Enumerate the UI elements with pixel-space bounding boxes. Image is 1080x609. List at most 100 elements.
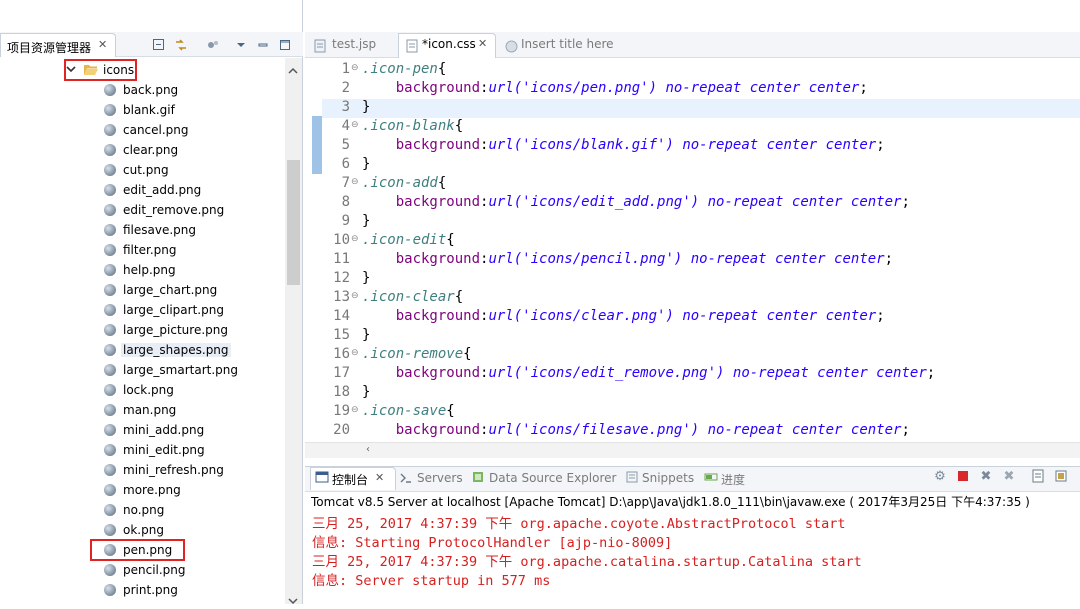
fold-toggle-icon[interactable]: ⊖	[351, 348, 359, 358]
file-label: pencil.png	[123, 563, 186, 577]
tree-file-item[interactable]: large_picture.png	[0, 320, 285, 340]
code-token: url('icons/edit_add.png') no-repeat cent…	[488, 194, 902, 210]
remove-all-terminated-icon[interactable]: ✖	[1001, 469, 1017, 485]
fold-toggle-icon[interactable]: ⊖	[351, 291, 359, 301]
code-editor[interactable]	[305, 58, 1080, 442]
tree-file-item[interactable]: edit_add.png	[0, 180, 285, 200]
tree-file-item[interactable]: man.png	[0, 400, 285, 420]
tree-folder-icons[interactable]: icons	[0, 60, 285, 80]
close-icon[interactable]: ✕	[98, 38, 107, 51]
code-line: }	[362, 270, 370, 286]
tree-file-item[interactable]: mini_add.png	[0, 420, 285, 440]
link-with-editor-icon[interactable]	[174, 38, 188, 52]
code-line: }	[362, 156, 370, 172]
tree-file-item[interactable]: ok.png	[0, 520, 285, 540]
fold-toggle-icon[interactable]: ⊖	[351, 177, 359, 187]
tree-file-item[interactable]: large_chart.png	[0, 280, 285, 300]
file-icon	[104, 144, 116, 156]
tree-file-item[interactable]: pencil.png	[0, 560, 285, 580]
explorer-scrollbar[interactable]	[285, 58, 302, 604]
tree-file-item[interactable]: print.png	[0, 580, 285, 600]
tree-file-item[interactable]: lock.png	[0, 380, 285, 400]
tree-file-item[interactable]: no.png	[0, 500, 285, 520]
editor-horizontal-scrollbar[interactable]	[305, 442, 1080, 458]
tree-file-item[interactable]: cancel.png	[0, 120, 285, 140]
code-token: background	[395, 308, 481, 324]
file-icon	[104, 564, 116, 576]
scroll-lock-icon[interactable]	[1053, 469, 1069, 485]
tab-insert-title-here[interactable]: Insert title here	[521, 37, 614, 51]
tree-file-item[interactable]: mini_edit.png	[0, 440, 285, 460]
close-icon[interactable]: ✕	[375, 471, 384, 484]
fold-toggle-icon[interactable]: ⊖	[351, 405, 359, 415]
tree-file-item[interactable]: large_smartart.png	[0, 360, 285, 380]
remove-launch-icon[interactable]: ✖	[978, 469, 994, 485]
css-file-icon	[405, 39, 419, 56]
close-icon[interactable]: ✕	[478, 37, 487, 50]
file-label: edit_remove.png	[123, 203, 225, 217]
view-menu-icon[interactable]	[234, 38, 248, 52]
tree-file-item[interactable]: filesave.png	[0, 220, 285, 240]
tree-file-item[interactable]: clear.png	[0, 140, 285, 160]
focus-icon[interactable]	[206, 38, 220, 52]
clear-console-icon[interactable]	[1030, 469, 1046, 485]
tab-data-source-explorer[interactable]: Data Source Explorer	[489, 471, 616, 485]
code-token: url('icons/pencil.png') no-repeat center…	[488, 251, 885, 267]
line-number: 20	[333, 422, 350, 438]
code-token: url('icons/blank.gif') no-repeat center …	[488, 137, 877, 153]
file-icon	[104, 264, 116, 276]
file-label: blank.gif	[123, 103, 175, 117]
maximize-icon[interactable]	[278, 38, 292, 52]
relaunch-icon[interactable]: ⚙	[932, 469, 948, 485]
tree-file-item[interactable]: help.png	[0, 260, 285, 280]
code-token: ;	[901, 422, 910, 438]
line-number: 14	[333, 308, 350, 324]
console-icon	[315, 471, 329, 487]
scroll-up-icon[interactable]	[288, 63, 298, 77]
tree-file-item[interactable]: more.png	[0, 480, 285, 500]
file-icon	[104, 184, 116, 196]
fold-toggle-icon[interactable]: ⊖	[351, 234, 359, 244]
collapse-all-icon[interactable]	[152, 38, 166, 52]
code-token: {	[446, 403, 455, 419]
code-line: background:url('icons/pen.png') no-repea…	[362, 80, 868, 96]
file-icon	[104, 524, 116, 536]
tree-file-item[interactable]: mini_refresh.png	[0, 460, 285, 480]
code-token: .icon-blank	[362, 118, 455, 134]
file-label: man.png	[123, 403, 177, 417]
code-token: ;	[876, 137, 885, 153]
scroll-left-icon[interactable]: ‹	[366, 444, 370, 455]
code-token: url('icons/pen.png') no-repeat center ce…	[488, 80, 860, 96]
tree-file-item[interactable]: large_shapes.png	[0, 340, 285, 360]
tree-file-item[interactable]: back.png	[0, 80, 285, 100]
tab-progress[interactable]: 进度	[721, 471, 745, 488]
line-number: 2	[341, 80, 350, 96]
code-token: .icon-edit	[362, 232, 447, 248]
code-token: }	[362, 156, 371, 172]
console-process-title: Tomcat v8.5 Server at localhost [Apache …	[311, 495, 1030, 509]
terminate-icon[interactable]	[955, 469, 971, 485]
scroll-down-icon[interactable]	[288, 595, 298, 609]
data-source-icon	[471, 470, 485, 487]
tab-project-explorer[interactable]: 项目资源管理器 ✕	[0, 33, 116, 57]
tab-icon-css[interactable]: *icon.css	[422, 37, 476, 51]
fold-toggle-icon[interactable]: ⊖	[351, 63, 359, 73]
line-number: 6	[341, 156, 350, 172]
tab-snippets[interactable]: Snippets	[642, 471, 694, 485]
tree-file-item[interactable]: cut.png	[0, 160, 285, 180]
code-token: {	[454, 289, 464, 305]
explorer-scrollbar-thumb[interactable]	[287, 160, 300, 285]
tab-servers[interactable]: Servers	[417, 471, 463, 485]
code-line: .icon-edit{	[362, 232, 455, 248]
fold-toggle-icon[interactable]: ⊖	[351, 120, 359, 130]
code-token: url('icons/clear.png') no-repeat center …	[488, 308, 877, 324]
code-token: {	[437, 61, 447, 77]
tree-file-item[interactable]: edit_remove.png	[0, 200, 285, 220]
code-line: .icon-blank{	[362, 118, 463, 134]
tab-test-jsp[interactable]: test.jsp	[332, 37, 376, 51]
tree-file-item[interactable]: blank.gif	[0, 100, 285, 120]
tab-console[interactable]: 控制台	[332, 471, 368, 488]
minimize-icon[interactable]	[256, 38, 270, 52]
tree-file-item[interactable]: filter.png	[0, 240, 285, 260]
tree-file-item[interactable]: large_clipart.png	[0, 300, 285, 320]
